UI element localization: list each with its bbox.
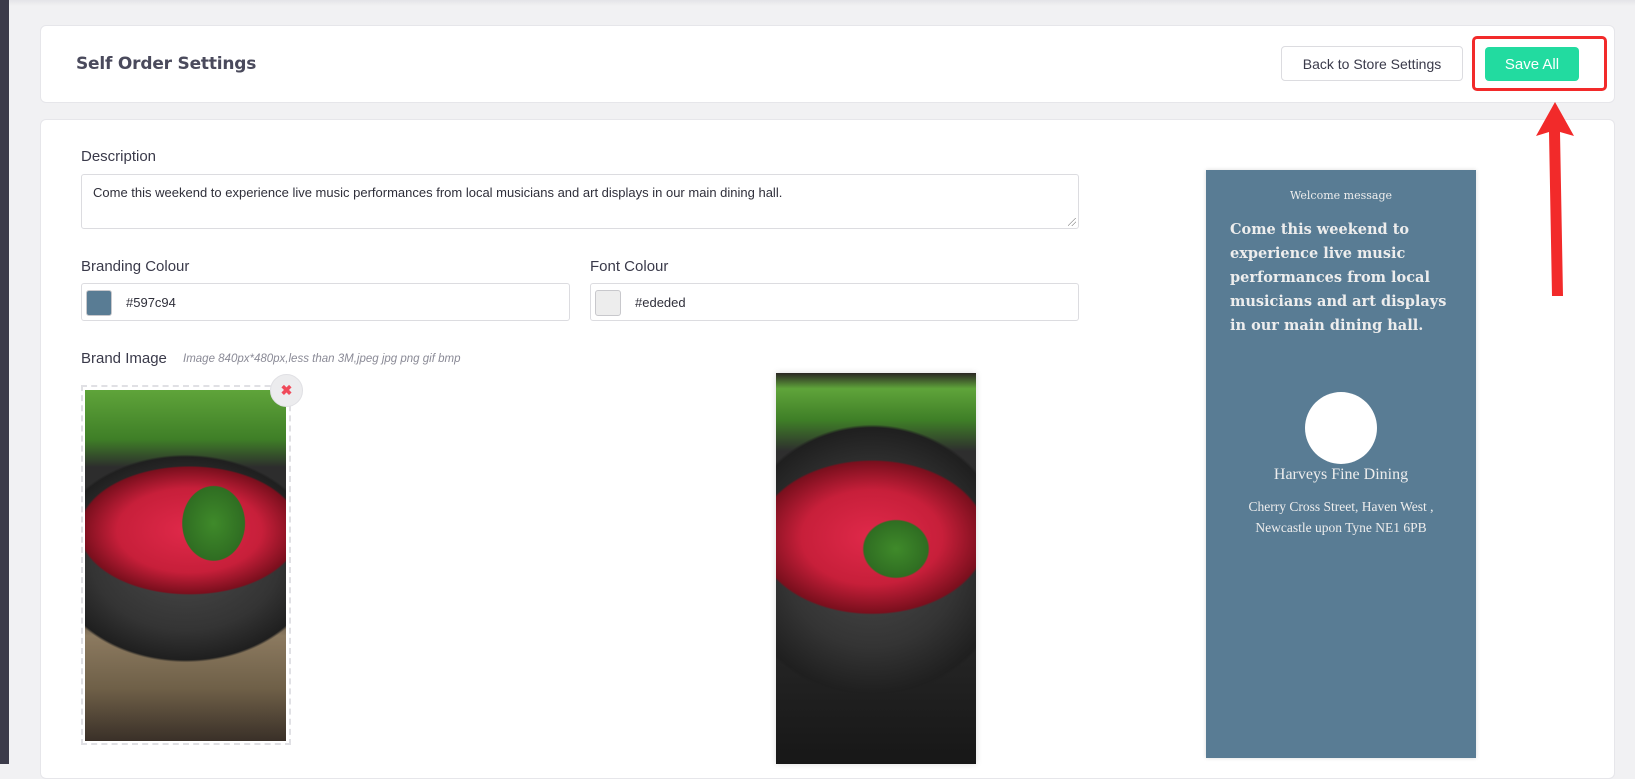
branding-colour-value: #597c94 bbox=[126, 295, 176, 310]
description-label: Description bbox=[81, 148, 157, 165]
store-name: Harveys Fine Dining bbox=[1273, 466, 1409, 483]
store-logo-placeholder bbox=[1305, 392, 1377, 464]
branding-colour-input[interactable]: #597c94 bbox=[81, 283, 570, 321]
brand-image-thumbnail bbox=[85, 390, 286, 741]
save-highlight-box bbox=[1472, 36, 1607, 91]
brand-image-hint: Image 840px*480px,less than 3M,jpeg jpg … bbox=[183, 353, 461, 365]
branding-colour-label: Branding Colour bbox=[81, 258, 190, 275]
arrow-up-icon bbox=[1536, 102, 1574, 296]
brand-image-label: Brand Image bbox=[81, 350, 167, 367]
page-title: Self Order Settings bbox=[76, 54, 257, 74]
brand-image-preview bbox=[776, 373, 976, 764]
back-to-store-settings-button[interactable]: Back to Store Settings bbox=[1281, 46, 1463, 81]
font-colour-value: #ededed bbox=[635, 295, 686, 310]
header-card: Self Order Settings Back to Store Settin… bbox=[40, 25, 1615, 103]
font-colour-input[interactable]: #ededed bbox=[590, 283, 1079, 321]
font-colour-label: Font Colour bbox=[590, 258, 669, 275]
resize-grip-icon[interactable] bbox=[1068, 218, 1076, 226]
top-shadow bbox=[9, 0, 1635, 6]
phone-preview: Welcome message Come this weekend to exp… bbox=[1206, 170, 1476, 758]
close-icon[interactable]: ✖ bbox=[270, 374, 303, 407]
branding-colour-swatch[interactable] bbox=[86, 290, 112, 316]
window-edge bbox=[0, 0, 9, 764]
store-address: Cherry Cross Street, Haven West , Newcas… bbox=[1248, 499, 1434, 535]
description-value: Come this weekend to experience live mus… bbox=[93, 185, 783, 200]
welcome-message-label: Welcome message bbox=[1290, 189, 1392, 202]
description-textarea[interactable]: Come this weekend to experience live mus… bbox=[81, 174, 1079, 229]
font-colour-swatch[interactable] bbox=[595, 290, 621, 316]
preview-description: Come this weekend to experience live mus… bbox=[1230, 221, 1447, 334]
